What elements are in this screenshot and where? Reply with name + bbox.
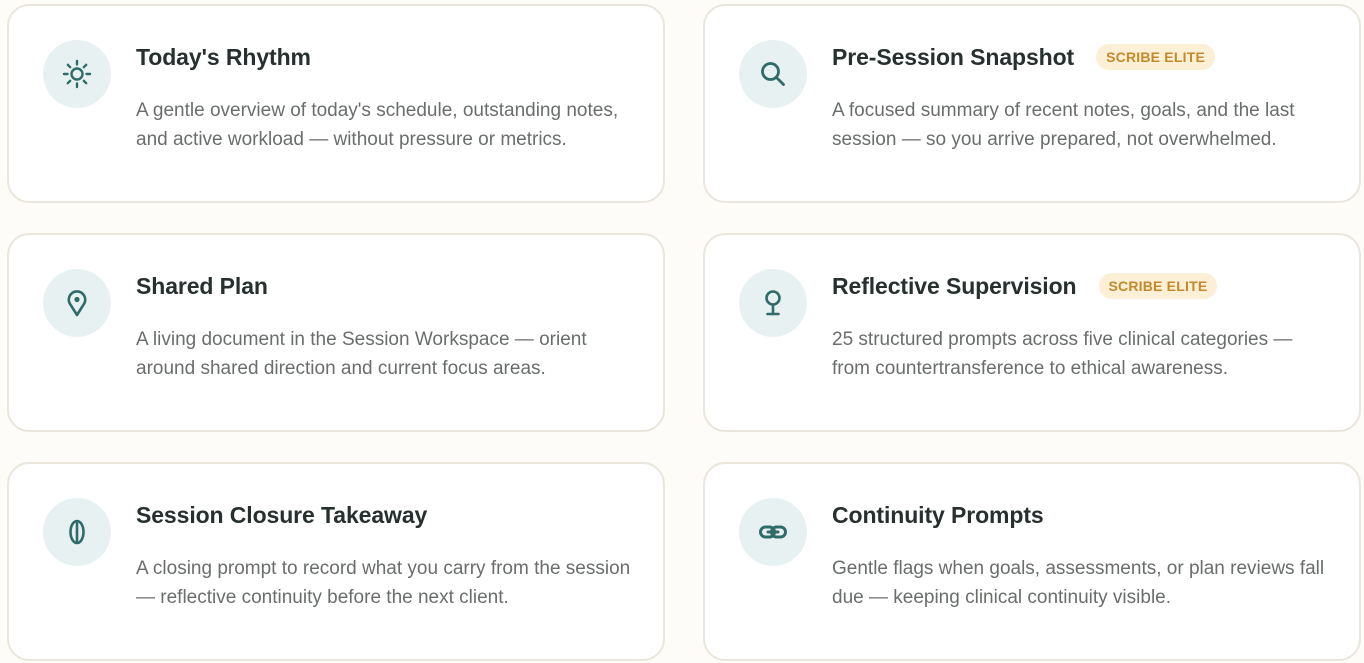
card-description: A gentle overview of today's schedule, o… bbox=[136, 100, 619, 150]
card-title: Today's Rhythm bbox=[136, 43, 311, 70]
map-pin-icon bbox=[43, 269, 111, 337]
card-title: Pre-Session Snapshot bbox=[832, 43, 1075, 70]
feature-card-todays-rhythm[interactable]: Today's Rhythm A gentle overview of toda… bbox=[7, 4, 665, 203]
feature-card-session-closure-takeaway[interactable]: Session Closure Takeaway A closing promp… bbox=[7, 462, 665, 661]
card-title: Shared Plan bbox=[136, 272, 268, 299]
feature-card-pre-session-snapshot[interactable]: Pre-Session Snapshot SCRIBE ELITE A focu… bbox=[703, 4, 1361, 203]
card-title: Continuity Prompts bbox=[832, 501, 1044, 528]
feature-card-reflective-supervision[interactable]: Reflective Supervision SCRIBE ELITE 25 s… bbox=[703, 233, 1361, 432]
search-icon bbox=[739, 40, 807, 108]
feature-card-continuity-prompts[interactable]: Continuity Prompts Gentle flags when goa… bbox=[703, 462, 1361, 661]
card-description: A focused summary of recent notes, goals… bbox=[832, 100, 1295, 150]
feature-card-shared-plan[interactable]: Shared Plan A living document in the Ses… bbox=[7, 233, 665, 432]
sun-icon bbox=[43, 40, 111, 108]
feature-grid: Today's Rhythm A gentle overview of toda… bbox=[0, 0, 1364, 663]
lollipop-icon bbox=[739, 269, 807, 337]
scribe-elite-badge: SCRIBE ELITE bbox=[1096, 44, 1215, 70]
card-description: A closing prompt to record what you carr… bbox=[136, 558, 631, 608]
card-title: Reflective Supervision bbox=[832, 272, 1077, 299]
card-description: 25 structured prompts across five clinic… bbox=[832, 329, 1293, 379]
card-description: A living document in the Session Workspa… bbox=[136, 329, 587, 379]
scribe-elite-badge: SCRIBE ELITE bbox=[1098, 273, 1218, 299]
card-title: Session Closure Takeaway bbox=[136, 501, 428, 528]
link-icon bbox=[739, 498, 807, 566]
card-description: Gentle flags when goals, assessments, or… bbox=[832, 558, 1325, 608]
leaf-icon bbox=[43, 498, 111, 566]
